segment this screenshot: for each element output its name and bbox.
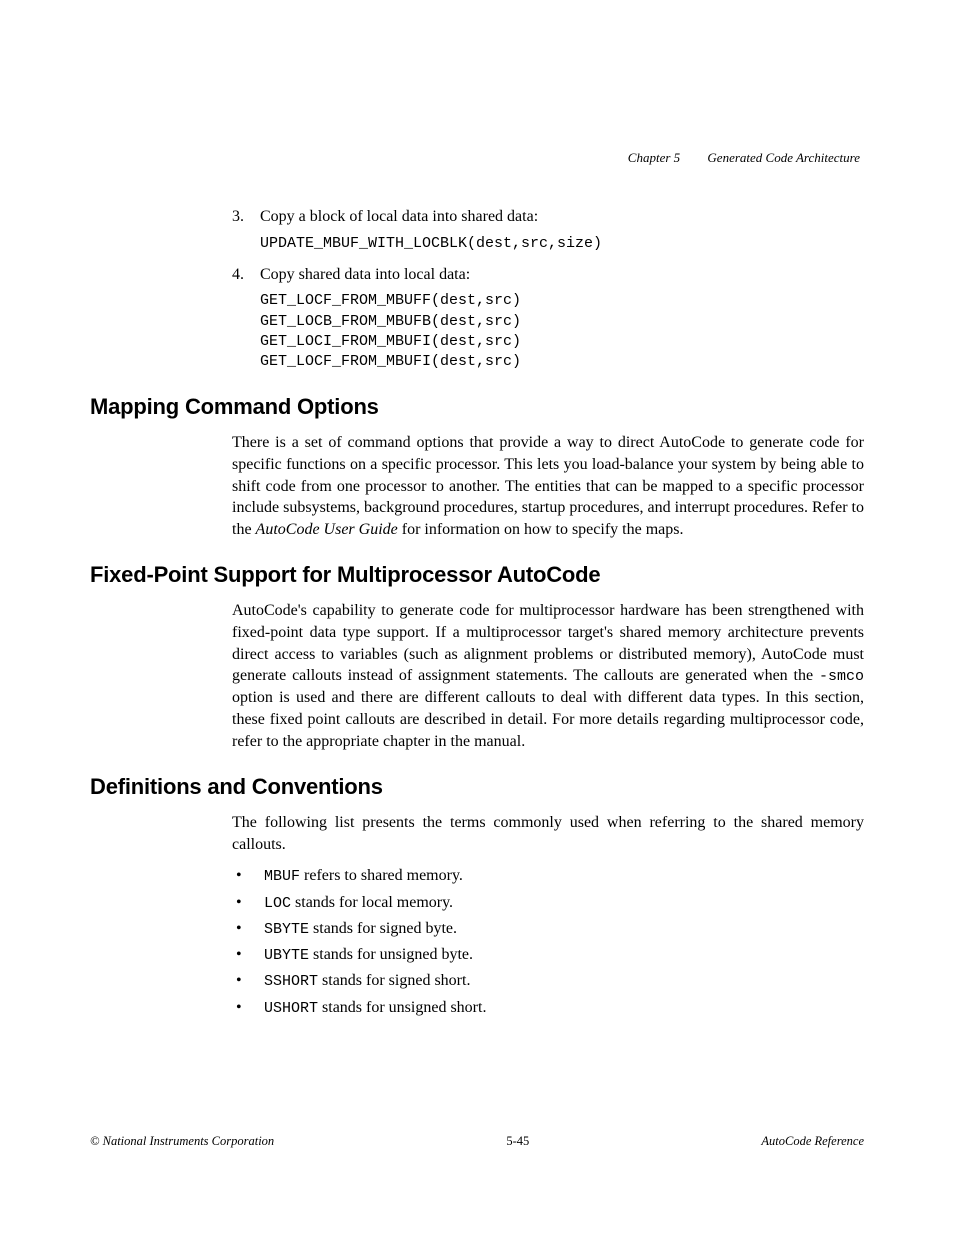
code-block: UPDATE_MBUF_WITH_LOCBLK(dest,src,size) [260, 234, 864, 254]
text-run: AutoCode's capability to generate code f… [232, 602, 864, 684]
chapter-title: Generated Code Architecture [707, 150, 860, 165]
bullet-item: •MBUF refers to shared memory. [232, 865, 864, 887]
bullet-item: •SSHORT stands for signed short. [232, 970, 864, 992]
text-run: refers to shared memory. [300, 867, 463, 884]
section-heading-definitions: Definitions and Conventions [90, 774, 864, 800]
inline-code: SSHORT [264, 973, 318, 990]
bullet-text: MBUF refers to shared memory. [264, 865, 463, 887]
bullet-text: LOC stands for local memory. [264, 892, 453, 914]
bullet-text: UBYTE stands for unsigned byte. [264, 944, 473, 966]
bullet-dot: • [232, 892, 264, 914]
text-run: option is used and there are different c… [232, 689, 864, 749]
bullet-item: •SBYTE stands for signed byte. [232, 918, 864, 940]
list-item: 3. Copy a block of local data into share… [232, 206, 864, 228]
page-header: Chapter 5 Generated Code Architecture [90, 150, 864, 166]
text-run: stands for unsigned byte. [309, 946, 473, 963]
inline-code: -smco [819, 668, 864, 685]
footer-left: © National Instruments Corporation [90, 1134, 274, 1149]
section-heading-mapping: Mapping Command Options [90, 394, 864, 420]
bullet-item: •USHORT stands for unsigned short. [232, 997, 864, 1019]
text-run: stands for signed short. [318, 972, 470, 989]
inline-code: UBYTE [264, 947, 309, 964]
bullet-item: •LOC stands for local memory. [232, 892, 864, 914]
list-item: 4. Copy shared data into local data: [232, 264, 864, 286]
bullet-item: •UBYTE stands for unsigned byte. [232, 944, 864, 966]
text-run: stands for unsigned short. [318, 999, 486, 1016]
paragraph: The following list presents the terms co… [232, 812, 864, 855]
page-footer: © National Instruments Corporation 5-45 … [90, 1134, 864, 1149]
section-heading-fixedpoint: Fixed-Point Support for Multiprocessor A… [90, 562, 864, 588]
text-run: for information on how to specify the ma… [398, 521, 684, 538]
inline-code: SBYTE [264, 921, 309, 938]
inline-code: USHORT [264, 1000, 318, 1017]
italic-title: AutoCode User Guide [256, 521, 398, 538]
bullet-text: USHORT stands for unsigned short. [264, 997, 486, 1019]
item-number: 4. [232, 264, 260, 286]
bullet-text: SSHORT stands for signed short. [264, 970, 470, 992]
numbered-list: 3. Copy a block of local data into share… [232, 206, 864, 372]
bullet-list: •MBUF refers to shared memory.•LOC stand… [232, 865, 864, 1019]
bullet-dot: • [232, 944, 264, 966]
chapter-label: Chapter 5 [628, 150, 680, 165]
code-block: GET_LOCF_FROM_MBUFF(dest,src) GET_LOCB_F… [260, 291, 864, 372]
body-content: 3. Copy a block of local data into share… [232, 206, 864, 372]
text-run: stands for local memory. [291, 894, 453, 911]
bullet-dot: • [232, 918, 264, 940]
inline-code: MBUF [264, 868, 300, 885]
paragraph: There is a set of command options that p… [232, 432, 864, 540]
item-number: 3. [232, 206, 260, 228]
item-text: Copy a block of local data into shared d… [260, 206, 864, 228]
footer-right: AutoCode Reference [761, 1134, 864, 1149]
footer-page-number: 5-45 [506, 1134, 529, 1149]
inline-code: LOC [264, 895, 291, 912]
bullet-dot: • [232, 865, 264, 887]
item-text: Copy shared data into local data: [260, 264, 864, 286]
paragraph: AutoCode's capability to generate code f… [232, 600, 864, 752]
bullet-dot: • [232, 997, 264, 1019]
bullet-dot: • [232, 970, 264, 992]
text-run: stands for signed byte. [309, 920, 457, 937]
bullet-text: SBYTE stands for signed byte. [264, 918, 457, 940]
